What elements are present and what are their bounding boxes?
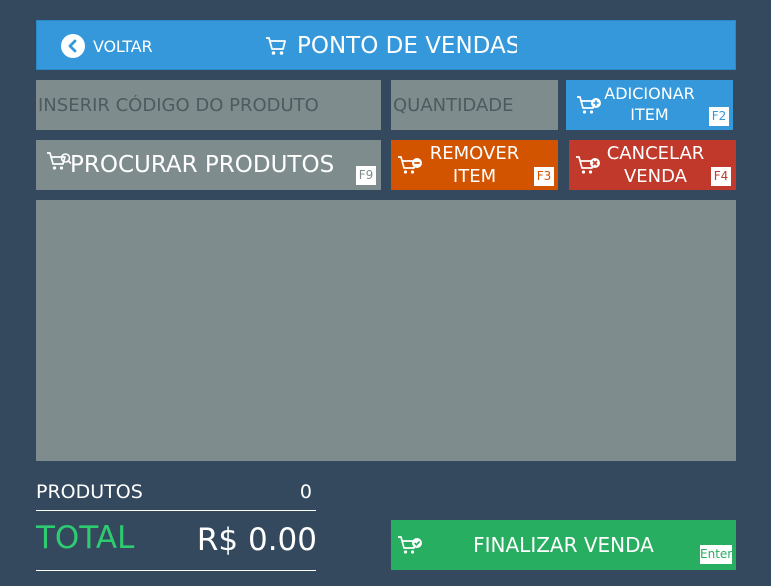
products-count: 0 bbox=[299, 481, 312, 503]
summary-divider-top bbox=[36, 510, 316, 511]
finish-sale-label: FINALIZAR VENDA bbox=[473, 533, 654, 557]
cart-search-icon bbox=[46, 151, 72, 173]
page-title: PONTO DE VENDAS bbox=[265, 21, 517, 71]
total-value: R$ 0.00 bbox=[196, 522, 317, 558]
cancel-sale-label-2: VENDA bbox=[623, 166, 687, 187]
sale-items-list[interactable] bbox=[36, 200, 736, 461]
header-bar: VOLTAR PONTO DE VENDAS bbox=[36, 20, 736, 70]
finish-sale-button[interactable]: FINALIZAR VENDA Enter bbox=[391, 520, 736, 570]
chevron-left-icon bbox=[61, 34, 85, 58]
total-label: TOTAL bbox=[36, 520, 135, 556]
quantity-input[interactable] bbox=[391, 80, 558, 130]
add-item-label-2: ITEM bbox=[630, 105, 669, 124]
page-title-text: PONTO DE VENDAS bbox=[297, 33, 517, 59]
cancel-sale-label-1: CANCELAR bbox=[606, 143, 705, 164]
cart-minus-icon bbox=[397, 155, 423, 177]
products-label: PRODUTOS bbox=[36, 481, 143, 503]
cart-check-icon bbox=[397, 535, 423, 557]
cancel-sale-shortcut: F4 bbox=[711, 167, 731, 186]
remove-item-button[interactable]: REMOVER ITEM F3 bbox=[391, 140, 558, 190]
add-item-button[interactable]: ADICIONAR ITEM F2 bbox=[566, 80, 733, 130]
remove-item-label-2: ITEM bbox=[452, 166, 497, 187]
cancel-sale-button[interactable]: CANCELAR VENDA F4 bbox=[569, 140, 736, 190]
add-item-label-1: ADICIONAR bbox=[604, 84, 695, 103]
finish-sale-shortcut: Enter bbox=[700, 545, 732, 564]
search-products-label: PROCURAR PRODUTOS bbox=[70, 152, 335, 178]
back-button[interactable]: VOLTAR bbox=[61, 33, 153, 59]
search-products-shortcut: F9 bbox=[356, 166, 376, 185]
remove-item-label-1: REMOVER bbox=[429, 143, 520, 164]
add-item-shortcut: F2 bbox=[709, 107, 729, 126]
cart-icon bbox=[265, 36, 287, 56]
product-code-input[interactable] bbox=[36, 80, 381, 130]
search-products-button[interactable]: PROCURAR PRODUTOS F9 bbox=[36, 140, 381, 190]
summary-divider-bottom bbox=[36, 570, 316, 571]
remove-item-shortcut: F3 bbox=[534, 167, 554, 186]
back-label: VOLTAR bbox=[93, 36, 153, 56]
